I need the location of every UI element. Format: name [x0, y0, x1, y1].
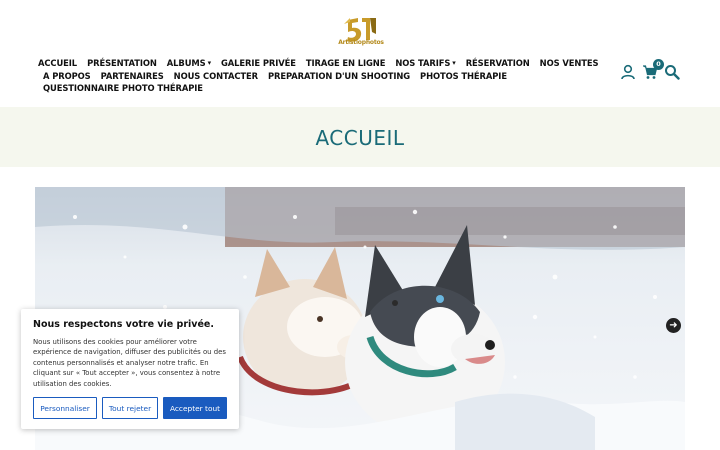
- cookie-buttons: Personnaliser Tout rejeter Accepter tout: [33, 397, 232, 419]
- nav-item-presentation[interactable]: PRÉSENTATION: [87, 58, 157, 68]
- user-account-button[interactable]: [620, 64, 636, 80]
- nav-row-1: ACCUEIL PRÉSENTATION ALBUMS ▾ GALERIE PRI…: [38, 57, 599, 70]
- nav-item-galerie-privee[interactable]: GALERIE PRIVÉE: [221, 58, 296, 68]
- reject-all-button[interactable]: Tout rejeter: [102, 397, 158, 419]
- cookie-consent-banner: Nous respectons votre vie privée. Nous u…: [21, 309, 239, 429]
- nav-item-partenaires[interactable]: PARTENAIRES: [101, 71, 164, 81]
- user-icon: [621, 64, 635, 80]
- nav-item-nos-tarifs[interactable]: NOS TARIFS ▾: [395, 58, 455, 68]
- nav-item-reservation[interactable]: RÉSERVATION: [466, 58, 530, 68]
- chevron-down-icon: ▾: [207, 59, 212, 68]
- nav-item-preparation-shooting[interactable]: PREPARATION D'UN SHOOTING: [268, 71, 410, 81]
- nav-item-nous-contacter[interactable]: NOUS CONTACTER: [174, 71, 258, 81]
- page-title: ACCUEIL: [315, 126, 405, 150]
- search-button[interactable]: [664, 64, 680, 80]
- cookie-text: Nous utilisons des cookies pour améliore…: [33, 338, 226, 388]
- nav-item-tirage-en-ligne[interactable]: TIRAGE EN LIGNE: [306, 58, 386, 68]
- nav-item-accueil[interactable]: ACCUEIL: [38, 58, 77, 68]
- nav-item-questionnaire[interactable]: QUESTIONNAIRE PHOTO THÉRAPIE: [43, 83, 203, 93]
- cart-count-badge: 0: [653, 59, 664, 70]
- cart-button[interactable]: 0: [642, 59, 664, 80]
- logo-text: Artistiophotos: [338, 39, 384, 46]
- nav-row-3: QUESTIONNAIRE PHOTO THÉRAPIE: [38, 82, 558, 95]
- chevron-down-icon: ▾: [452, 59, 456, 68]
- cookie-title: Nous respectons votre vie privée.: [33, 319, 214, 330]
- nav-item-albums[interactable]: ALBUMS ▾: [167, 58, 211, 68]
- customize-button[interactable]: Personnaliser: [33, 397, 97, 419]
- carousel-next-button[interactable]: ➜: [666, 318, 681, 333]
- arrow-right-icon: ➜: [669, 320, 678, 331]
- nav-item-a-propos[interactable]: A PROPOS: [43, 71, 91, 81]
- nav-row-2: A PROPOS PARTENAIRES NOUS CONTACTER PREP…: [38, 70, 558, 83]
- site-header: Artistiophotos ACCUEIL PRÉSENTATION ALBU…: [0, 0, 720, 107]
- header-icons: 0: [620, 59, 686, 80]
- nav-item-photos-therapie[interactable]: PHOTOS THÉRAPIE: [420, 71, 507, 81]
- main-navigation: ACCUEIL PRÉSENTATION ALBUMS ▾ GALERIE PRI…: [38, 57, 599, 95]
- search-icon: [665, 65, 680, 80]
- accept-all-button[interactable]: Accepter tout: [163, 397, 227, 419]
- nav-item-nos-ventes[interactable]: NOS VENTES: [540, 58, 599, 68]
